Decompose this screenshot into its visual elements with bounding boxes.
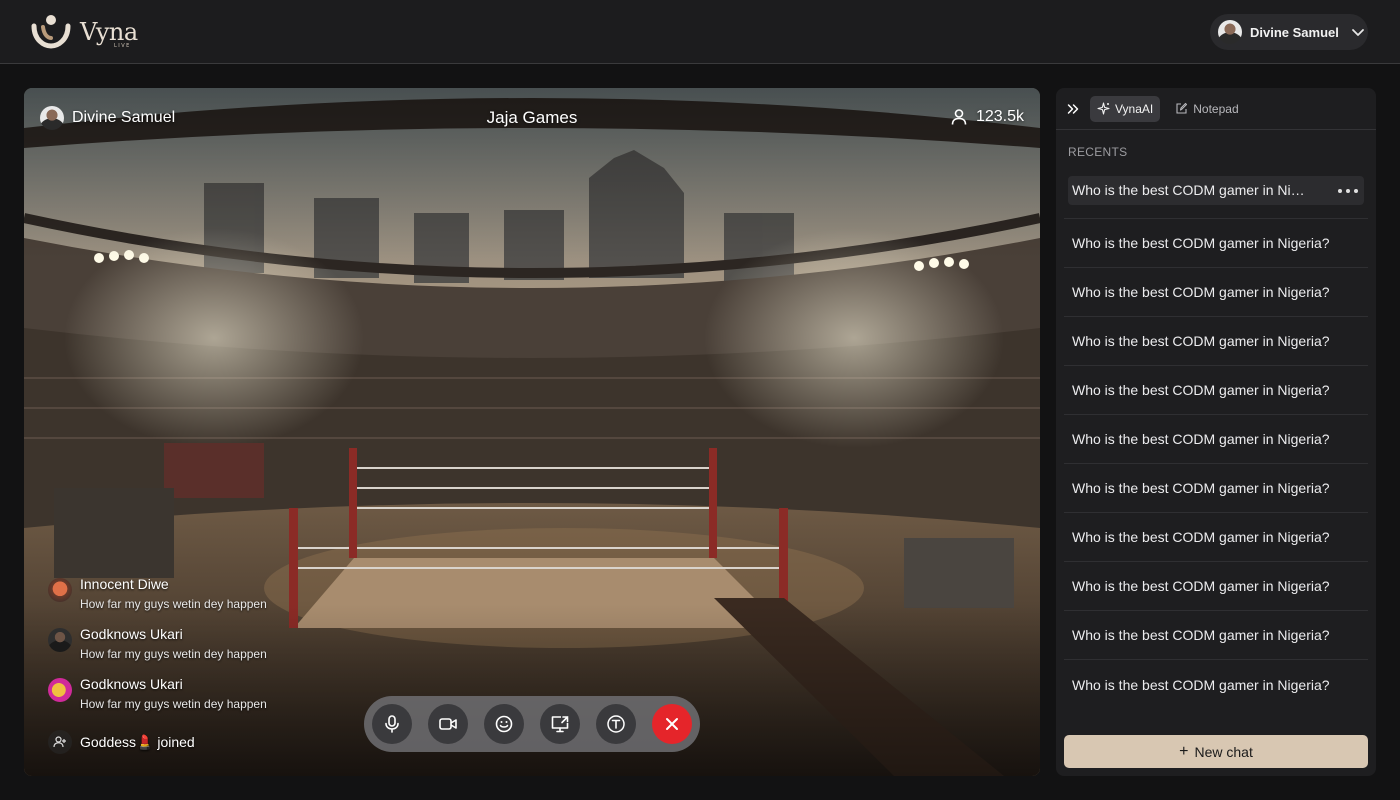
recent-chat-item[interactable]: Who is the best CODM gamer in Nigeria? bbox=[1064, 562, 1368, 611]
recent-chat-item[interactable]: Who is the best CODM gamer in Nigeria? bbox=[1064, 464, 1368, 513]
recent-chat-item[interactable]: Who is the best CODM gamer in Nigeria? bbox=[1064, 513, 1368, 562]
user-name: Divine Samuel bbox=[1250, 24, 1339, 40]
plus-icon: + bbox=[1179, 742, 1189, 760]
recent-chat-title: Who is the best CODM gamer in Nigeria? bbox=[1072, 676, 1330, 693]
user-icon bbox=[951, 109, 967, 125]
recent-chat-title: Who is the best CODM gamer in Nigeria? bbox=[1072, 431, 1330, 447]
recent-chat-item[interactable]: Who is the best CODM gamer in Nigeria? bbox=[1064, 317, 1368, 366]
chat-message: Godknows Ukari How far my guys wetin dey… bbox=[48, 626, 267, 663]
chevron-double-right-icon bbox=[1067, 103, 1079, 114]
assistant-panel: VynaAI Notepad RECENTS Who is the best C… bbox=[1056, 88, 1376, 776]
screen-share-icon bbox=[551, 716, 569, 733]
recent-chats-list: Who is the best CODM gamer in Nigeria? W… bbox=[1064, 172, 1368, 709]
recent-chat-item[interactable]: Who is the best CODM gamer in Nigeria? bbox=[1064, 366, 1368, 415]
screen-share-button[interactable] bbox=[540, 704, 580, 744]
microphone-button[interactable] bbox=[372, 704, 412, 744]
user-menu-button[interactable]: Divine Samuel bbox=[1210, 14, 1368, 50]
camera-button[interactable] bbox=[428, 704, 468, 744]
stream-video-frame bbox=[24, 88, 1040, 776]
avatar bbox=[1218, 20, 1242, 44]
logo-subtitle: LIVE bbox=[114, 43, 131, 49]
chat-sender-name: Innocent Diwe bbox=[80, 576, 169, 592]
text-overlay-button[interactable] bbox=[596, 704, 636, 744]
tab-label: Notepad bbox=[1193, 101, 1239, 116]
recent-chat-item[interactable]: Who is the best CODM gamer in Nigeria? bbox=[1064, 415, 1368, 464]
join-notification: Goddess💄 joined bbox=[48, 730, 195, 754]
recent-chat-title: Who is the best CODM gamer in Nigeria? bbox=[1072, 182, 1312, 198]
chevron-down-icon bbox=[1351, 29, 1364, 36]
emoji-icon bbox=[495, 715, 513, 733]
avatar bbox=[48, 628, 72, 652]
logo-wordmark: Vyna bbox=[80, 18, 138, 46]
reaction-button[interactable] bbox=[484, 704, 524, 744]
panel-tabs: VynaAI Notepad bbox=[1056, 88, 1376, 130]
recent-chat-title: Who is the best CODM gamer in Nigeria? bbox=[1072, 480, 1330, 496]
collapse-panel-button[interactable] bbox=[1064, 100, 1082, 118]
viewer-count-badge: 123.5k bbox=[950, 108, 1024, 126]
chat-sender-name: Godknows Ukari bbox=[80, 626, 183, 642]
video-camera-icon bbox=[439, 718, 457, 730]
top-bar: Vyna LIVE Divine Samuel bbox=[0, 0, 1400, 64]
new-chat-label: New chat bbox=[1194, 743, 1253, 760]
chat-message: Godknows Ukari How far my guys wetin dey… bbox=[48, 676, 267, 713]
sparkle-icon bbox=[1097, 102, 1110, 115]
microphone-icon bbox=[385, 715, 399, 733]
avatar bbox=[48, 578, 72, 602]
recent-chat-title: Who is the best CODM gamer in Nigeria? bbox=[1072, 627, 1330, 643]
text-icon bbox=[607, 715, 625, 733]
recent-chat-item[interactable]: Who is the best CODM gamer in Nigeria? bbox=[1064, 660, 1368, 709]
recent-chat-item[interactable]: Who is the best CODM gamer in Nigeria? bbox=[1064, 268, 1368, 317]
recents-heading: RECENTS bbox=[1068, 145, 1128, 159]
call-controls-bar bbox=[364, 696, 700, 752]
chat-sender-name: Godknows Ukari bbox=[80, 676, 183, 692]
new-chat-button[interactable]: + New chat bbox=[1064, 735, 1368, 768]
chat-message-text: How far my guys wetin dey happen bbox=[80, 697, 267, 711]
chat-message: Innocent Diwe How far my guys wetin dey … bbox=[48, 576, 267, 613]
recent-chat-title: Who is the best CODM gamer in Nigeria? bbox=[1072, 333, 1330, 349]
edit-note-icon bbox=[1176, 102, 1188, 114]
recent-chat-title: Who is the best CODM gamer in Nigeria? bbox=[1072, 284, 1330, 300]
tab-vynaai[interactable]: VynaAI bbox=[1090, 95, 1161, 122]
tab-label: VynaAI bbox=[1115, 101, 1154, 116]
recent-chat-item[interactable]: Who is the best CODM gamer in Nigeria? bbox=[1064, 611, 1368, 660]
recent-chat-title: Who is the best CODM gamer in Nigeria? bbox=[1072, 578, 1330, 594]
more-options-icon[interactable] bbox=[1338, 185, 1358, 197]
recent-chat-title: Who is the best CODM gamer in Nigeria? bbox=[1072, 529, 1330, 545]
logo-mark-icon bbox=[31, 15, 71, 49]
live-stream-stage[interactable]: Divine Samuel Jaja Games 123.5k Innocent… bbox=[24, 88, 1040, 776]
vyna-logo[interactable]: Vyna LIVE bbox=[30, 14, 138, 50]
user-add-icon bbox=[48, 730, 72, 754]
recent-chat-item[interactable]: Who is the best CODM gamer in Nigeria? bbox=[1064, 219, 1368, 268]
viewer-count: 123.5k bbox=[975, 108, 1024, 125]
avatar bbox=[48, 678, 72, 702]
chat-message-text: How far my guys wetin dey happen bbox=[80, 597, 267, 611]
recent-chat-title: Who is the best CODM gamer in Nigeria? bbox=[1072, 235, 1330, 251]
tab-notepad[interactable]: Notepad bbox=[1168, 96, 1245, 122]
join-notification-text: Goddess💄 joined bbox=[80, 733, 195, 750]
recent-chat-title: Who is the best CODM gamer in Nigeria? bbox=[1072, 382, 1330, 398]
end-call-button[interactable] bbox=[652, 704, 692, 744]
stream-title: Jaja Games bbox=[486, 108, 578, 127]
chat-message-text: How far my guys wetin dey happen bbox=[80, 647, 267, 661]
close-icon bbox=[666, 718, 678, 730]
recent-chat-item[interactable]: Who is the best CODM gamer in Nigeria? bbox=[1064, 172, 1368, 219]
